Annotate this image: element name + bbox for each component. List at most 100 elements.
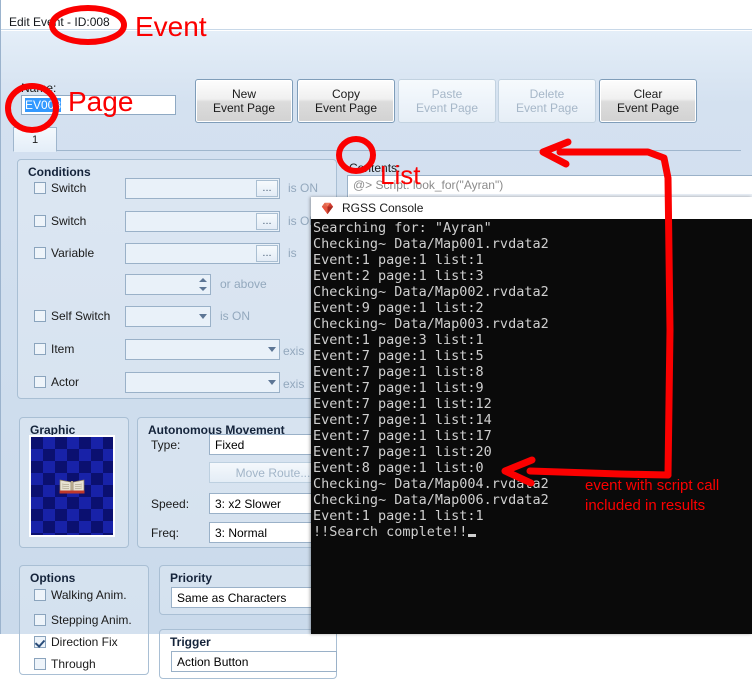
condition-label: Actor — [51, 375, 80, 389]
button-line2: Event Page — [415, 101, 479, 115]
browse-icon[interactable]: ... — [256, 180, 278, 197]
console-output: Searching for: "Ayran" Checking~ Data/Ma… — [311, 219, 752, 634]
checkbox-icon[interactable] — [34, 215, 46, 227]
console-line: Event:7 page:1 list:17 — [313, 428, 492, 444]
option-direction-fix[interactable]: Direction Fix — [34, 635, 118, 649]
name-label: Name: — [21, 81, 57, 95]
option-walking-anim[interactable]: Walking Anim. — [34, 588, 127, 602]
console-line: Event:1 page:1 list:1 — [313, 508, 484, 524]
new-event-page-button[interactable]: New Event Page — [195, 79, 293, 123]
console-line: Checking~ Data/Map006.rvdata2 — [313, 492, 549, 508]
condition-actor-row[interactable]: Actor — [34, 375, 79, 389]
trigger-value: Action Button — [177, 655, 249, 669]
condition-item-combo[interactable] — [125, 339, 280, 360]
checkbox-icon[interactable] — [34, 343, 46, 355]
page-tab-label: 1 — [31, 133, 39, 146]
movement-type-label: Type: — [151, 438, 181, 452]
checkbox-icon[interactable] — [34, 589, 46, 601]
console-line: Event:7 page:1 list:20 — [313, 444, 492, 460]
contents-line-1[interactable]: @> Script: look_for("Ayran") — [349, 177, 752, 194]
trigger-combo[interactable]: Action Button — [171, 651, 337, 672]
console-line: Event:1 page:3 list:1 — [313, 332, 484, 348]
console-line: Event:1 page:1 list:1 — [313, 252, 484, 268]
priority-value: Same as Characters — [177, 591, 287, 605]
chevron-down-icon[interactable] — [268, 347, 276, 352]
book-sprite-icon — [59, 479, 85, 494]
button-line1: Delete — [529, 87, 565, 101]
console-line: Event:7 page:1 list:9 — [313, 380, 484, 396]
checkbox-icon[interactable] — [34, 182, 46, 194]
condition-item-suffix: exis — [283, 344, 305, 358]
console-line: Event:2 page:1 list:3 — [313, 268, 484, 284]
window-titlebar: Edit Event - ID:008 — [1, 0, 752, 30]
console-line: Checking~ Data/Map004.rvdata2 — [313, 476, 549, 492]
stepper-up-icon[interactable] — [199, 278, 207, 282]
condition-actor-combo[interactable] — [125, 372, 280, 393]
rgss-console-window[interactable]: RGSS Console Searching for: "Ayran" Chec… — [311, 197, 752, 634]
button-line2: Event Page — [314, 101, 378, 115]
option-label: Direction Fix — [51, 635, 118, 649]
condition-variable-field[interactable]: ... — [125, 243, 280, 264]
options-title: Options — [30, 571, 76, 585]
window-title: Edit Event - ID:008 — [9, 15, 110, 29]
condition-switch-2-row[interactable]: Switch — [34, 214, 86, 228]
option-stepping-anim[interactable]: Stepping Anim. — [34, 613, 132, 627]
condition-actor-suffix: exis — [283, 377, 305, 391]
page-tabstrip — [13, 127, 741, 151]
browse-icon[interactable]: ... — [256, 245, 278, 262]
option-label: Through — [51, 657, 96, 671]
checkbox-icon[interactable] — [34, 376, 46, 388]
checkbox-icon[interactable] — [34, 310, 46, 322]
button-line2: Event Page — [616, 101, 680, 115]
console-line: Event:9 page:1 list:2 — [313, 300, 484, 316]
graphic-preview[interactable] — [29, 435, 115, 537]
checkbox-icon[interactable] — [34, 614, 46, 626]
condition-variable-row[interactable]: Variable — [34, 246, 94, 260]
checkbox-icon[interactable] — [34, 247, 46, 259]
console-line: Event:7 page:1 list:14 — [313, 412, 492, 428]
console-cursor — [468, 534, 477, 537]
movement-speed-value: 3: x2 Slower — [215, 497, 282, 511]
movement-freq-label: Freq: — [151, 526, 180, 540]
console-line: Event:7 page:1 list:8 — [313, 364, 484, 380]
button-line1: Paste — [431, 87, 463, 101]
button-line2: Event Page — [515, 101, 579, 115]
console-line: Searching for: "Ayran" — [313, 220, 492, 236]
console-line: Checking~ Data/Map002.rvdata2 — [313, 284, 549, 300]
copy-event-page-button[interactable]: Copy Event Page — [297, 79, 395, 123]
clear-event-page-button[interactable]: Clear Event Page — [599, 79, 697, 123]
condition-switch-1-suffix: is ON — [288, 181, 318, 195]
condition-label: Item — [51, 342, 75, 356]
condition-or-above-label: or above — [220, 277, 267, 291]
condition-variable-value-stepper[interactable] — [125, 274, 211, 295]
condition-self-switch-row[interactable]: Self Switch — [34, 309, 110, 323]
condition-switch-1-field[interactable]: ... — [125, 178, 280, 199]
option-through[interactable]: Through — [34, 657, 96, 671]
stepper-down-icon[interactable] — [199, 287, 207, 291]
condition-self-switch-combo[interactable] — [125, 306, 211, 327]
movement-freq-value: 3: Normal — [215, 526, 268, 540]
priority-title: Priority — [170, 571, 213, 585]
movement-speed-label: Speed: — [151, 497, 190, 511]
browse-icon[interactable]: ... — [256, 213, 278, 230]
condition-switch-2-field[interactable]: ... — [125, 211, 280, 232]
console-line: Event:7 page:1 list:12 — [313, 396, 492, 412]
move-route-label: Move Route... — [235, 466, 311, 480]
condition-item-row[interactable]: Item — [34, 342, 74, 356]
chevron-down-icon[interactable] — [268, 380, 276, 385]
page-tab-1[interactable]: 1 — [13, 127, 57, 152]
checkbox-icon[interactable] — [34, 658, 46, 670]
console-line-last: !!Search complete!! — [313, 524, 752, 540]
console-line: Event:7 page:1 list:5 — [313, 348, 484, 364]
button-line1: Clear — [633, 87, 663, 101]
button-line1: Copy — [331, 87, 360, 101]
condition-variable-suffix: is — [288, 246, 297, 260]
option-label: Walking Anim. — [51, 588, 127, 602]
console-title-text: RGSS Console — [342, 201, 424, 215]
chevron-down-icon[interactable] — [199, 314, 207, 319]
trigger-title: Trigger — [170, 635, 211, 649]
checkbox-checked-icon[interactable] — [34, 636, 46, 648]
condition-switch-1-row[interactable]: Switch — [34, 181, 86, 195]
event-name-input[interactable]: EV008 — [21, 95, 176, 115]
condition-label: Variable — [51, 246, 95, 260]
